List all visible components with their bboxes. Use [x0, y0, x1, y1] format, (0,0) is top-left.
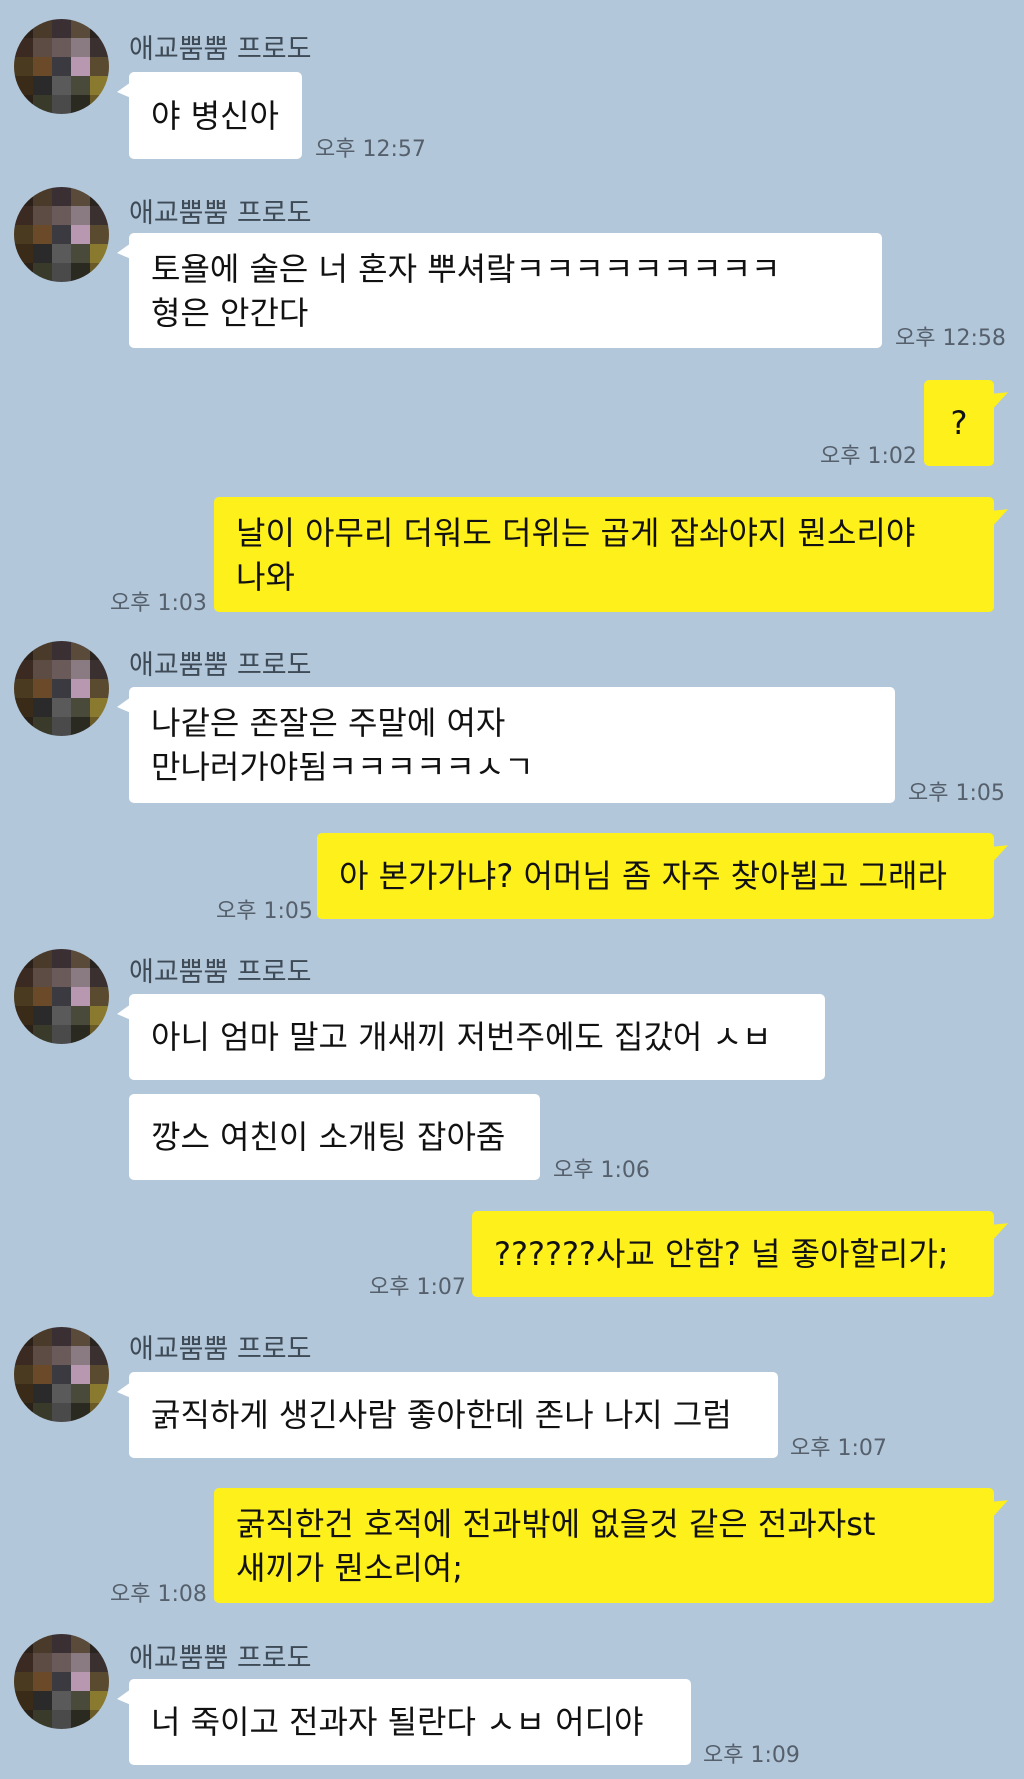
message-bubble[interactable]: 굵직하게 생긴사람 좋아한데 존나 나지 그럼 [117, 1372, 778, 1458]
avatar-icon[interactable] [14, 187, 109, 282]
message-bubble[interactable]: ? [924, 380, 994, 466]
avatar-icon[interactable] [14, 1327, 109, 1422]
avatar-icon[interactable] [14, 1634, 109, 1729]
message-text: 깡스 여친이 소개팅 잡아줌 [151, 1118, 506, 1156]
message-text: 굵직한건 호적에 전과밖에 없을것 같은 전과자st 새끼가 뭔소리여; [236, 1504, 876, 1587]
sender-name: 애교뿜뿜 프로도 [129, 1643, 312, 1674]
message-time: 오후 1:03 [110, 591, 207, 616]
message-bubble[interactable]: 날이 아무리 더워도 더위는 곱게 잡솨야지 뭔소리야 나와 [214, 497, 994, 612]
sender-name: 애교뿜뿜 프로도 [129, 34, 312, 65]
message-text: 야 병신아 [151, 96, 279, 135]
message-time: 오후 1:07 [790, 1436, 887, 1461]
message-bubble[interactable]: ??????사교 안함? 널 좋아할리가; [472, 1211, 994, 1297]
message-text: ? [950, 404, 968, 442]
message-bubble[interactable]: 아 본가가냐? 어머님 좀 자주 찾아뵙고 그래라 [317, 833, 994, 919]
message-text: 토욜에 술은 너 혼자 뿌셔랔ㅋㅋㅋㅋㅋㅋㅋㅋㅋ 형은 안간다 [151, 249, 781, 332]
message-bubble[interactable]: 토욜에 술은 너 혼자 뿌셔랔ㅋㅋㅋㅋㅋㅋㅋㅋㅋ 형은 안간다 [117, 233, 882, 348]
message-text: 나같은 존잘은 주말에 여자 만나러가야됨ㅋㅋㅋㅋㅋㅅㄱ [151, 704, 534, 786]
message-text: 아니 엄마 말고 개새끼 저번주에도 집갔어 ㅅㅂ [151, 1018, 772, 1056]
chat-message-list[interactable]: 애교뿜뿜 프로도 야 병신아 오후 12:57 애교뿜뿜 프로도 토욜에 술은 … [0, 0, 1024, 1779]
message-bubble[interactable]: 깡스 여친이 소개팅 잡아줌 [129, 1094, 540, 1180]
message-text: 굵직하게 생긴사람 좋아한데 존나 나지 그럼 [151, 1396, 732, 1434]
message-time: 오후 1:08 [110, 1582, 207, 1607]
avatar-icon[interactable] [14, 949, 109, 1044]
message-text: 아 본가가냐? 어머님 좀 자주 찾아뵙고 그래라 [339, 857, 947, 895]
message-text: 날이 아무리 더워도 더위는 곱게 잡솨야지 뭔소리야 나와 [236, 513, 916, 596]
sender-name: 애교뿜뿜 프로도 [129, 198, 312, 229]
message-bubble[interactable]: 나같은 존잘은 주말에 여자 만나러가야됨ㅋㅋㅋㅋㅋㅅㄱ [117, 687, 895, 803]
message-time: 오후 1:06 [553, 1158, 650, 1183]
message-time: 오후 1:05 [216, 899, 313, 924]
message-text: ??????사교 안함? 널 좋아할리가; [494, 1235, 949, 1273]
avatar-icon[interactable] [14, 641, 109, 736]
message-bubble[interactable]: 너 죽이고 전과자 될란다 ㅅㅂ 어디야 [117, 1679, 691, 1765]
message-time: 오후 1:02 [820, 444, 917, 469]
sender-name: 애교뿜뿜 프로도 [129, 957, 312, 988]
message-time: 오후 1:07 [369, 1275, 466, 1300]
message-bubble[interactable]: 아니 엄마 말고 개새끼 저번주에도 집갔어 ㅅㅂ [117, 994, 825, 1080]
message-bubble[interactable]: 야 병신아 [117, 72, 302, 159]
message-text: 너 죽이고 전과자 될란다 ㅅㅂ 어디야 [151, 1703, 644, 1741]
message-time: 오후 1:05 [908, 781, 1005, 806]
message-bubble[interactable]: 굵직한건 호적에 전과밖에 없을것 같은 전과자st 새끼가 뭔소리여; [214, 1488, 994, 1603]
sender-name: 애교뿜뿜 프로도 [129, 650, 312, 681]
sender-name: 애교뿜뿜 프로도 [129, 1334, 312, 1365]
avatar-icon[interactable] [14, 19, 109, 114]
message-time: 오후 12:57 [315, 137, 426, 162]
message-time: 오후 1:09 [703, 1743, 800, 1768]
message-time: 오후 12:58 [895, 326, 1006, 351]
